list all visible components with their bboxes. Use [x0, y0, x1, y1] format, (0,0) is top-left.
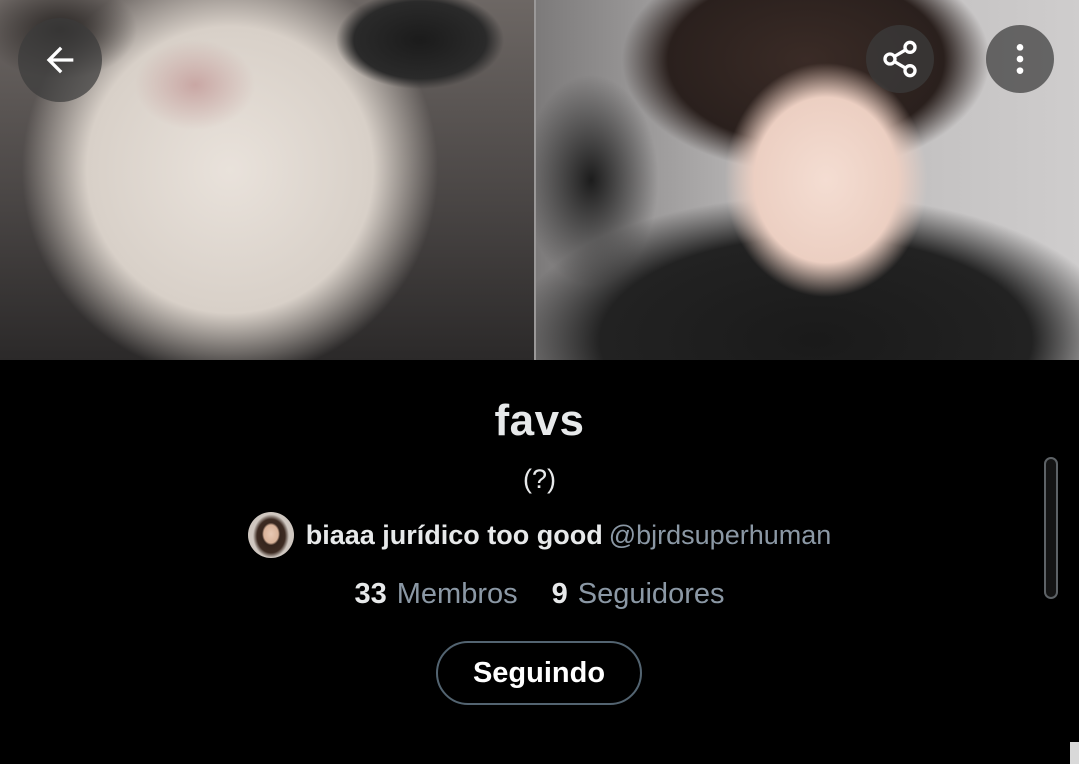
- followers-stat[interactable]: 9 Seguidores: [552, 578, 725, 611]
- owner-text: biaaa jurídico too good @bjrdsuperhuman: [306, 520, 832, 551]
- list-banner: [0, 0, 1079, 360]
- owner-display-name[interactable]: biaaa jurídico too good: [306, 520, 603, 550]
- list-title: favs: [494, 396, 585, 445]
- followers-count: 9: [551, 578, 568, 610]
- back-button[interactable]: [18, 18, 102, 102]
- list-details: favs (?) biaaa jurídico too good @bjrdsup…: [0, 360, 1079, 764]
- arrow-left-icon: [46, 46, 74, 74]
- share-button[interactable]: [866, 25, 934, 93]
- followers-label: Seguidores: [577, 578, 725, 610]
- list-owner[interactable]: biaaa jurídico too good @bjrdsuperhuman: [0, 512, 1079, 558]
- window-corner: [1070, 742, 1079, 764]
- scrollbar[interactable]: [1044, 457, 1058, 599]
- list-description: (?): [523, 464, 556, 494]
- members-label: Membros: [396, 578, 518, 610]
- owner-handle[interactable]: @bjrdsuperhuman: [609, 520, 832, 550]
- members-stat[interactable]: 33 Membros: [355, 578, 518, 611]
- members-count: 33: [354, 578, 387, 610]
- more-vertical-icon: [1016, 44, 1024, 74]
- following-button[interactable]: Seguindo: [436, 641, 642, 705]
- share-icon: [883, 40, 917, 78]
- owner-avatar[interactable]: [247, 512, 294, 558]
- list-stats: 33 Membros 9 Seguidores: [0, 578, 1079, 611]
- more-button[interactable]: [986, 25, 1054, 93]
